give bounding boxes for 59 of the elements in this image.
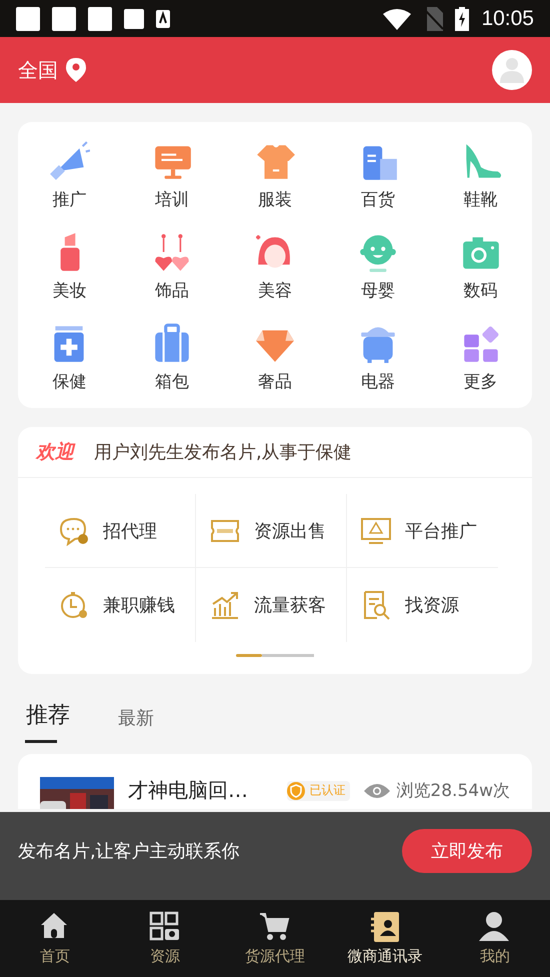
category-icon[interactable] [48,140,90,182]
battery-charging-icon [455,6,470,30]
category-label[interactable]: 数码 [464,279,498,303]
welcome-label: 欢迎 [36,440,74,465]
banner-text: 发布名片,让客户主动联系你 [18,840,241,863]
clock: 10:05 [481,6,534,30]
notification-icon [124,8,144,28]
person-icon [479,911,511,943]
wifi-icon [383,8,412,30]
feature-item[interactable]: 兼职赚钱 [45,568,196,642]
nav-tab[interactable]: 资源 [110,900,220,977]
nav-tab[interactable]: 首页 [0,900,110,977]
feature-icon [59,590,89,620]
listing-card[interactable]: 才神电脑回… 已认证 浏览28.54w次 [18,754,532,809]
category-label[interactable]: 电器 [360,370,395,394]
notification-icon [52,6,76,30]
nav-tab[interactable]: 我的 [440,900,550,977]
category-label[interactable]: 更多 [464,370,498,394]
shield-icon [287,782,306,800]
feature-icon [210,590,240,620]
publish-button[interactable]: 立即发布 [402,829,532,873]
feed-tab[interactable]: 推荐 [20,699,76,730]
cart-icon [259,911,291,943]
category-label[interactable]: 推广 [52,188,86,212]
location-label[interactable]: 全国 [18,56,58,84]
category-label[interactable]: 服装 [258,188,292,212]
feature-item[interactable]: 平台推广 [347,494,498,568]
listing-title: 才神电脑回… [128,777,249,804]
avatar[interactable] [492,50,532,90]
notice-text: 用户刘先生发布名片,从事于保健 [94,441,352,464]
category-label[interactable]: 母婴 [360,279,395,303]
qr-code-icon [149,911,181,943]
category-label[interactable]: 奢品 [258,370,292,394]
category-label[interactable]: 百货 [360,188,395,212]
category-label[interactable]: 鞋靴 [464,188,498,212]
feed-tab[interactable]: 最新 [112,705,160,730]
notification-icon [16,6,40,30]
verified-badge: 已认证 [287,780,350,800]
category-label[interactable]: 美容 [258,279,292,303]
keyboard-icon [156,10,170,28]
contact-book-icon [369,911,401,943]
view-count: 浏览28.54w次 [396,780,510,802]
feature-icon [361,590,391,620]
notification-icon [88,6,112,30]
feature-item[interactable]: 资源出售 [196,494,347,568]
category-label[interactable]: 美妆 [52,279,86,303]
feature-icon [361,516,391,546]
location-pin-icon[interactable] [66,58,86,82]
category-label[interactable]: 箱包 [155,370,190,394]
category-label[interactable]: 保健 [52,370,86,394]
feature-item[interactable]: 流量获客 [196,568,347,642]
eye-icon [364,782,390,798]
feature-item[interactable]: 招代理 [45,494,196,568]
category-label[interactable]: 饰品 [155,279,190,303]
category-label[interactable]: 培训 [155,188,190,212]
feature-item[interactable]: 找资源 [347,568,498,642]
nav-tab[interactable]: 微商通讯录 [330,900,440,977]
nav-tab[interactable]: 货源代理 [220,900,330,977]
feature-icon [59,516,89,546]
